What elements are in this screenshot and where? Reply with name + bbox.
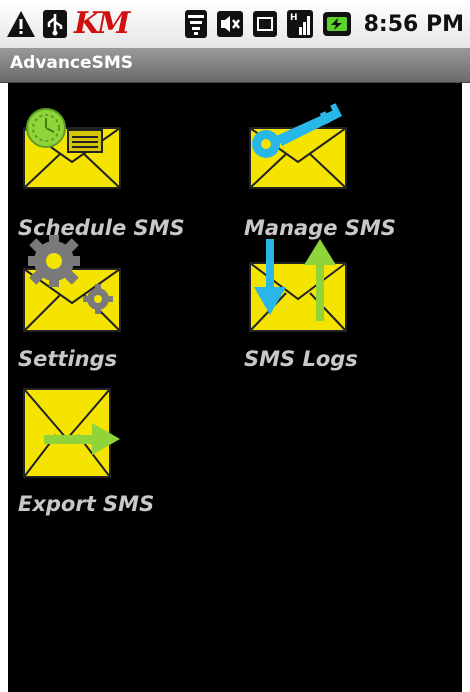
schedule-sms-icon xyxy=(23,108,121,189)
schedule-sms-button[interactable]: Schedule SMS xyxy=(16,100,236,240)
settings-button[interactable]: Settings xyxy=(16,235,236,375)
sd-card-icon xyxy=(252,11,277,37)
km-logo: KM xyxy=(74,6,130,41)
app-title-bar: AdvanceSMS xyxy=(0,48,470,83)
app-title: AdvanceSMS xyxy=(10,53,133,73)
status-clock: 8:56 PM xyxy=(363,11,464,37)
signal-icon: H xyxy=(286,10,313,38)
sms-logs-icon xyxy=(249,239,347,332)
export-sms-button[interactable]: Export SMS xyxy=(16,383,236,523)
export-sms-label: Export SMS xyxy=(18,492,155,516)
mute-icon xyxy=(216,11,243,37)
status-bar: KM H 8:56 PM xyxy=(0,0,470,48)
manage-sms-icon xyxy=(249,103,347,189)
sms-logs-label: SMS Logs xyxy=(244,347,358,371)
manage-sms-button[interactable]: Manage SMS xyxy=(242,100,462,240)
main-menu: Schedule SMS Manage SMS Settings SMS Log… xyxy=(8,83,462,692)
sms-logs-button[interactable]: SMS Logs xyxy=(242,235,462,375)
settings-icon xyxy=(23,235,121,332)
svg-text:H: H xyxy=(290,13,298,23)
usb-icon xyxy=(43,10,67,38)
warning-icon xyxy=(7,11,35,37)
export-sms-icon xyxy=(23,388,120,478)
wifi-icon xyxy=(184,10,207,38)
battery-charging-icon xyxy=(322,12,351,36)
settings-label: Settings xyxy=(18,347,118,371)
